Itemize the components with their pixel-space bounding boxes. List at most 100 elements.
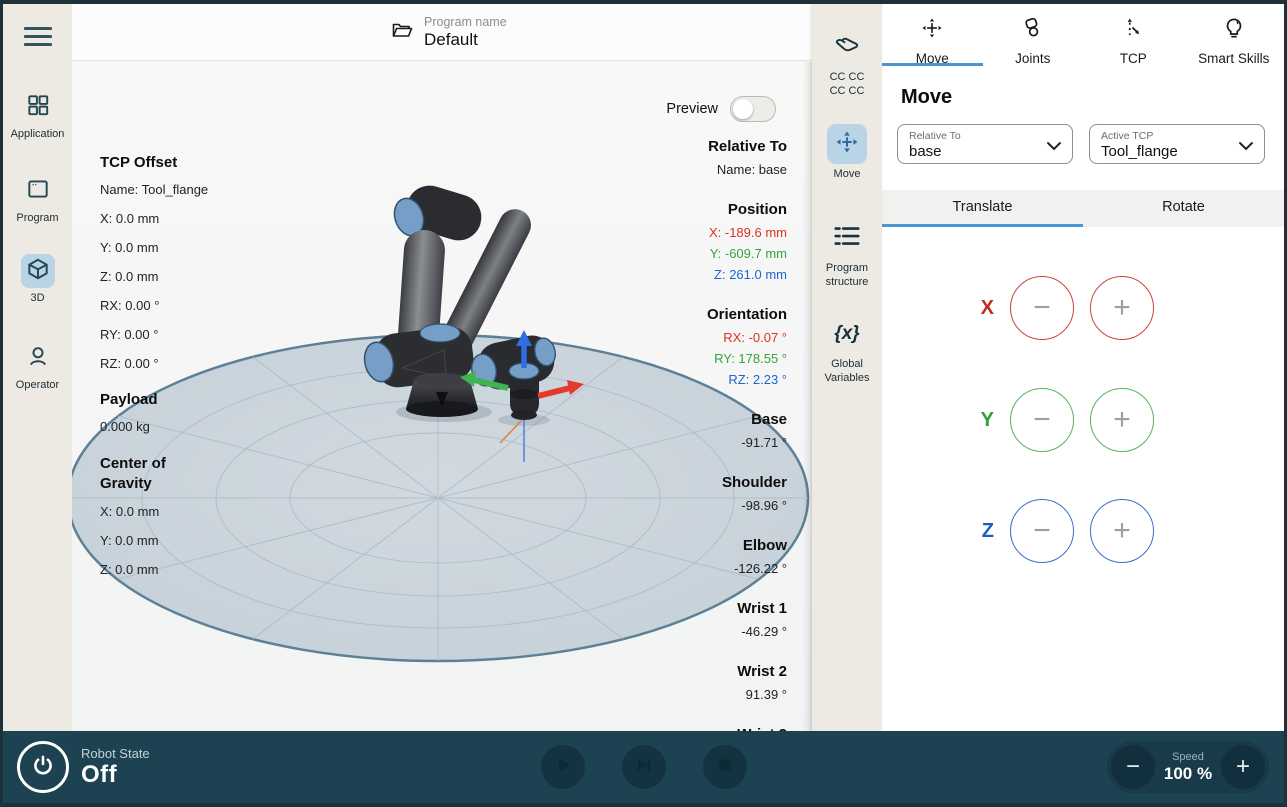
plus-icon: +: [1113, 293, 1131, 323]
y-plus-button[interactable]: +: [1090, 388, 1154, 452]
toggle-knob: [733, 99, 753, 119]
left-sidebar: Application Program 3D Operator: [3, 4, 72, 731]
program-name-label: Program name: [424, 15, 507, 29]
robot-3d-viewport[interactable]: Preview TCP Offset Name: Tool_flange X: …: [72, 62, 812, 731]
tcp-axes-icon: [1120, 28, 1146, 45]
joint-elbow-value: -126.22 °: [637, 561, 787, 576]
panel-title: Move: [901, 86, 952, 109]
power-icon: [30, 752, 56, 783]
rail-item-freedrive[interactable]: CC CC CC CC: [812, 27, 882, 99]
sidebar-label: Operator: [3, 379, 72, 391]
tab-smart-skills[interactable]: Smart Skills: [1184, 4, 1285, 66]
panel-tabs: Move Joints TCP Smart Skills: [882, 4, 1284, 66]
tool-rail: CC CC CC CC Move Program structure {x} G…: [812, 4, 882, 731]
rail-label: Move: [812, 168, 882, 182]
program-name-value: Default: [424, 30, 507, 50]
relative-to-title: Relative To: [637, 138, 787, 155]
preview-toggle[interactable]: [730, 96, 776, 122]
y-minus-button[interactable]: −: [1010, 388, 1074, 452]
tcp-offset-y: Y: 0.0 mm: [100, 240, 210, 255]
plus-icon: +: [1236, 753, 1250, 781]
joint-base-title: Base: [637, 411, 787, 428]
program-name-control[interactable]: Program name Default: [390, 15, 507, 50]
cog-z: Z: 0.0 mm: [100, 562, 210, 577]
tcp-offset-title: TCP Offset: [100, 154, 210, 171]
pose-overlay: Relative To Name: base Position X: -189.…: [637, 138, 787, 731]
speed-decrease-button[interactable]: −: [1111, 745, 1155, 789]
rail-label: Program structure: [817, 262, 877, 290]
open-folder-icon: [390, 18, 414, 47]
tcp-offset-rz: RZ: 0.00 °: [100, 356, 210, 371]
dropdown-label: Active TCP: [1101, 130, 1234, 142]
payload-value: 0.000 kg: [100, 419, 210, 434]
z-minus-button[interactable]: −: [1010, 499, 1074, 563]
cog-y: Y: 0.0 mm: [100, 533, 210, 548]
tab-label: Joints: [983, 51, 1084, 66]
rail-item-global-variables[interactable]: {x} Global Variables: [812, 314, 882, 386]
joints-icon: [1020, 28, 1046, 45]
tab-tcp[interactable]: TCP: [1083, 4, 1184, 66]
move-panel: Move Joints TCP Smart Skills: [882, 4, 1284, 731]
tab-joints[interactable]: Joints: [983, 4, 1084, 66]
active-tcp-dropdown[interactable]: Active TCP Tool_flange: [1089, 124, 1265, 164]
step-button[interactable]: [622, 745, 666, 789]
relative-to-dropdown[interactable]: Relative To base: [897, 124, 1073, 164]
cog-x: X: 0.0 mm: [100, 504, 210, 519]
speed-increase-button[interactable]: +: [1221, 745, 1265, 789]
orientation-rx: RX: -0.07 °: [637, 330, 787, 345]
plus-icon: +: [1113, 405, 1131, 435]
axis-row-z: Z − +: [962, 499, 1170, 563]
stop-button[interactable]: [703, 745, 747, 789]
cog-title: Center of Gravity: [100, 454, 210, 493]
cube-3d-icon: [25, 256, 51, 287]
relative-to-name: Name: base: [637, 162, 787, 177]
position-x: X: -189.6 mm: [637, 225, 787, 240]
tcp-offset-name: Name: Tool_flange: [100, 182, 210, 197]
speed-label: Speed: [1155, 751, 1221, 763]
x-plus-button[interactable]: +: [1090, 276, 1154, 340]
hamburger-menu-icon[interactable]: [24, 27, 52, 47]
dropdown-label: Relative To: [909, 130, 1042, 142]
joint-wrist1-title: Wrist 1: [637, 600, 787, 617]
preview-label: Preview: [666, 101, 718, 117]
axis-z-label: Z: [962, 520, 994, 543]
x-minus-button[interactable]: −: [1010, 276, 1074, 340]
z-plus-button[interactable]: +: [1090, 499, 1154, 563]
position-z: Z: 261.0 mm: [637, 267, 787, 282]
play-button[interactable]: [541, 745, 585, 789]
rail-item-program-structure[interactable]: Program structure: [812, 218, 882, 290]
sidebar-item-application[interactable]: Application: [3, 90, 72, 140]
sidebar-item-program[interactable]: Program: [3, 174, 72, 224]
active-tab-underline: [882, 63, 983, 66]
move-arrows-icon: [919, 28, 945, 45]
speed-value: 100 %: [1155, 764, 1221, 784]
subtab-rotate[interactable]: Rotate: [1083, 190, 1284, 227]
robot-state-label: Robot State: [81, 746, 150, 761]
move-arrows-icon: [833, 128, 861, 161]
dropdown-value: base: [909, 143, 1042, 160]
subtab-translate[interactable]: Translate: [882, 190, 1083, 227]
robot-state-group: Robot State Off: [17, 741, 150, 793]
power-button[interactable]: [17, 741, 69, 793]
active-subtab-underline: [882, 224, 1083, 227]
payload-title: Payload: [100, 391, 210, 408]
dropdown-value: Tool_flange: [1101, 143, 1234, 160]
lightbulb-icon: [1221, 28, 1247, 45]
translate-rotate-tabs: Translate Rotate: [882, 190, 1284, 227]
tab-move[interactable]: Move: [882, 4, 983, 66]
skip-next-icon: [634, 755, 654, 780]
sidebar-item-3d[interactable]: 3D: [3, 254, 72, 304]
sidebar-label: Application: [3, 128, 72, 140]
minus-icon: −: [1033, 516, 1051, 546]
joint-shoulder-title: Shoulder: [637, 474, 787, 491]
orientation-rz: RZ: 2.23 °: [637, 372, 787, 387]
tcp-offset-ry: RY: 0.00 °: [100, 327, 210, 342]
rail-label: Global Variables: [817, 358, 877, 386]
rail-item-move[interactable]: Move: [812, 124, 882, 182]
tcp-offset-rx: RX: 0.00 °: [100, 298, 210, 313]
joint-wrist1-value: -46.29 °: [637, 624, 787, 639]
axis-y-label: Y: [962, 409, 994, 432]
hand-freedrive-icon: [832, 30, 862, 65]
stop-icon: [716, 756, 734, 779]
sidebar-item-operator[interactable]: Operator: [3, 341, 72, 391]
